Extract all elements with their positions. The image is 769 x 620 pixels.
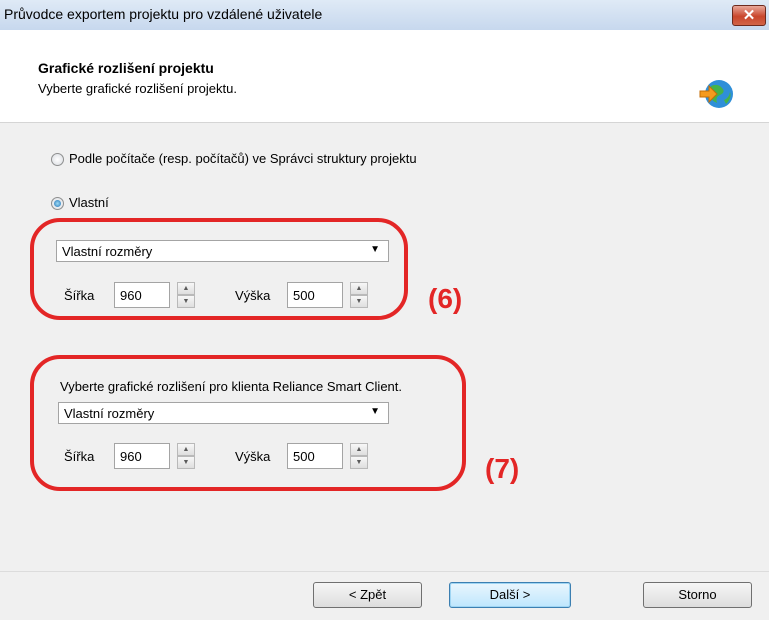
page-subtitle: Vyberte grafické rozlišení projektu. (38, 81, 237, 96)
next-button[interactable]: Další > (449, 582, 571, 608)
spin-up-icon[interactable]: ▲ (177, 282, 195, 295)
close-button[interactable]: ✕ (732, 5, 766, 26)
client-height-spinner[interactable]: ▲ ▼ (350, 443, 368, 469)
chevron-down-icon: ▼ (370, 244, 380, 255)
width-input[interactable]: 960 (114, 282, 170, 308)
page-title: Grafické rozlišení projektu (38, 60, 214, 76)
client-height-label: Výška (235, 449, 271, 464)
combo-value: Vlastní rozměry (64, 406, 155, 421)
client-width-input[interactable]: 960 (114, 443, 170, 469)
wizard-footer: < Zpět Další > Storno (0, 571, 769, 620)
custom-label[interactable]: Vlastní (69, 195, 109, 210)
cancel-button[interactable]: Storno (643, 582, 752, 608)
client-height-input[interactable]: 500 (287, 443, 343, 469)
globe-arrow-icon (699, 80, 733, 108)
client-resolution-combo[interactable]: Vlastní rozměry ▼ (58, 402, 389, 424)
custom-resolution-combo[interactable]: Vlastní rozměry ▼ (56, 240, 389, 262)
client-resolution-label: Vyberte grafické rozlišení pro klienta R… (60, 379, 402, 394)
spin-down-icon[interactable]: ▼ (177, 456, 195, 469)
annotation-7-label: (7) (485, 453, 520, 484)
title-bar: Průvodce exportem projektu pro vzdálené … (0, 0, 769, 30)
back-button[interactable]: < Zpět (313, 582, 422, 608)
spin-down-icon[interactable]: ▼ (350, 295, 368, 308)
wizard-content: Podle počítače (resp. počítačů) ve Správ… (0, 123, 769, 571)
annotation-6-label: (6) (428, 283, 463, 314)
height-input[interactable]: 500 (287, 282, 343, 308)
client-width-label: Šířka (64, 449, 95, 464)
client-width-spinner[interactable]: ▲ ▼ (177, 443, 195, 469)
combo-value: Vlastní rozměry (62, 244, 153, 259)
custom-radio[interactable] (51, 197, 64, 210)
spin-up-icon[interactable]: ▲ (350, 282, 368, 295)
spin-down-icon[interactable]: ▼ (177, 295, 195, 308)
window-title: Průvodce exportem projektu pro vzdálené … (4, 6, 323, 22)
spin-up-icon[interactable]: ▲ (350, 443, 368, 456)
height-spinner[interactable]: ▲ ▼ (350, 282, 368, 308)
chevron-down-icon: ▼ (370, 406, 380, 417)
spin-down-icon[interactable]: ▼ (350, 456, 368, 469)
by-computer-label[interactable]: Podle počítače (resp. počítačů) ve Správ… (69, 151, 417, 166)
width-spinner[interactable]: ▲ ▼ (177, 282, 195, 308)
spin-up-icon[interactable]: ▲ (177, 443, 195, 456)
wizard-header: Grafické rozlišení projektu Vyberte graf… (0, 30, 769, 123)
close-icon: ✕ (742, 7, 756, 24)
width-label: Šířka (64, 288, 95, 303)
by-computer-radio[interactable] (51, 153, 64, 166)
height-label: Výška (235, 288, 271, 303)
